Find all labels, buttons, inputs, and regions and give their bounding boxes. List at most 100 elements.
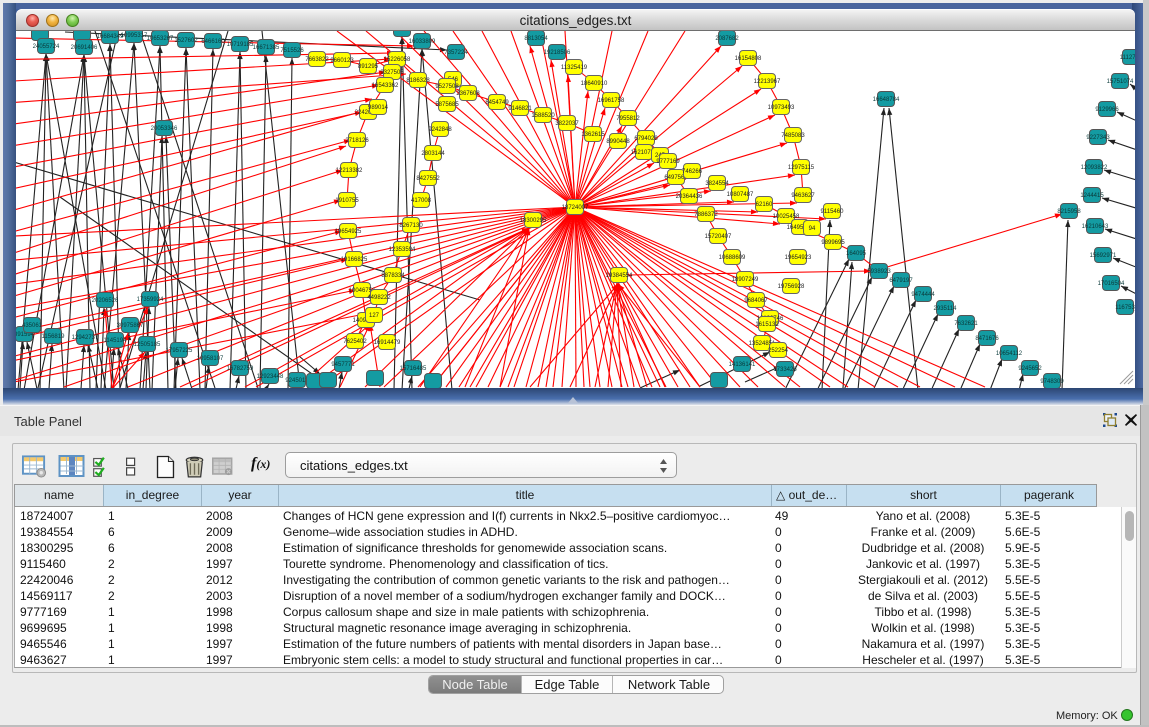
svg-text:8454749: 8454749 [485, 100, 509, 106]
svg-text:12353594: 12353594 [389, 247, 416, 253]
svg-text:5875685: 5875685 [435, 102, 459, 108]
svg-text:15751074: 15751074 [1107, 79, 1134, 85]
svg-text:9227343: 9227343 [1086, 135, 1110, 141]
svg-text:10654112: 10654112 [996, 351, 1023, 357]
svg-text:9463627: 9463627 [791, 193, 815, 199]
svg-text:10719185: 10719185 [227, 42, 254, 48]
svg-text:12923448: 12923448 [257, 374, 284, 380]
svg-text:20691406: 20691406 [71, 45, 98, 51]
svg-text:19756928: 19756928 [778, 284, 805, 290]
svg-text:94: 94 [809, 226, 816, 232]
svg-text:16033809: 16033809 [409, 39, 436, 45]
svg-text:7357224: 7357224 [444, 50, 468, 56]
svg-text:1527602: 1527602 [174, 38, 198, 44]
svg-text:16671385: 16671385 [253, 45, 280, 51]
svg-text:7515526: 7515526 [280, 48, 304, 54]
svg-text:20053346: 20053346 [151, 126, 178, 132]
svg-text:12942737: 12942737 [72, 335, 99, 341]
svg-text:116753: 116753 [1115, 305, 1135, 311]
svg-text:1145194: 1145194 [104, 338, 128, 344]
svg-text:2935114: 2935114 [934, 306, 958, 312]
svg-text:9242848: 9242848 [428, 127, 452, 133]
svg-text:19166825: 19166825 [341, 257, 368, 263]
svg-text:417008: 417008 [411, 198, 432, 204]
svg-text:9457771: 9457771 [331, 362, 355, 368]
svg-text:16648784: 16648784 [873, 97, 900, 103]
svg-text:1112704: 1112704 [1120, 55, 1135, 61]
svg-text:9129966: 9129966 [1095, 107, 1119, 113]
svg-text:8215958: 8215958 [1057, 209, 1081, 215]
svg-text:1588520: 1588520 [531, 113, 555, 119]
svg-text:12505185: 12505185 [134, 342, 161, 348]
svg-text:8186328: 8186328 [406, 78, 430, 84]
svg-text:10958107: 10958107 [197, 356, 224, 362]
svg-text:19384554: 19384554 [606, 273, 633, 279]
svg-text:12093822: 12093822 [1081, 165, 1108, 171]
svg-text:7955812: 7955812 [616, 116, 640, 122]
svg-text:8990448: 8990448 [606, 139, 630, 145]
svg-text:18724007: 18724007 [562, 205, 589, 211]
svg-text:16961758: 16961758 [598, 98, 625, 104]
svg-text:10688609: 10688609 [719, 255, 746, 261]
svg-text:16210643: 16210643 [1082, 224, 1109, 230]
svg-text:252254: 252254 [768, 348, 789, 354]
svg-text:17359924: 17359924 [137, 297, 164, 303]
svg-text:989014: 989014 [368, 105, 389, 111]
svg-text:8427552: 8427552 [416, 176, 440, 182]
svg-text:18640910: 18640910 [581, 81, 608, 87]
svg-text:9245013: 9245013 [285, 378, 309, 384]
svg-text:8267130: 8267130 [399, 223, 423, 229]
svg-text:9245652: 9245652 [1018, 366, 1042, 372]
svg-text:7625402: 7625402 [343, 339, 367, 345]
svg-text:9777169: 9777169 [656, 159, 680, 165]
svg-text:2803144: 2803144 [421, 151, 445, 157]
svg-text:15226058: 15226058 [384, 57, 411, 63]
svg-text:10653267: 10653267 [147, 36, 174, 42]
svg-text:16154808: 16154808 [735, 56, 762, 62]
svg-text:2367608: 2367608 [456, 91, 480, 97]
svg-text:127: 127 [369, 313, 380, 319]
svg-text:15692971: 15692971 [1090, 253, 1117, 259]
svg-text:10973493: 10973493 [768, 105, 795, 111]
svg-text:11325419: 11325419 [561, 65, 588, 71]
svg-text:3822037: 3822037 [555, 121, 579, 127]
svg-text:17957225: 17957225 [166, 348, 193, 354]
svg-text:19654923: 19654923 [785, 255, 812, 261]
svg-text:7663822: 7663822 [305, 57, 329, 63]
svg-text:1244415: 1244415 [1080, 193, 1104, 199]
svg-text:10995317: 10995317 [121, 33, 148, 39]
svg-text:9474444: 9474444 [911, 292, 935, 298]
svg-text:20206526: 20206526 [92, 298, 119, 304]
svg-text:15720407: 15720407 [705, 234, 732, 240]
svg-text:6466160: 6466160 [201, 39, 225, 45]
svg-text:18907249: 18907249 [732, 277, 759, 283]
svg-text:16543362: 16543362 [372, 83, 399, 89]
svg-text:6479197: 6479197 [889, 278, 913, 284]
svg-text:9684067: 9684067 [744, 298, 768, 304]
svg-text:12213967: 12213967 [754, 79, 781, 85]
svg-text:18300295: 18300295 [520, 218, 547, 224]
svg-text:5938923: 5938923 [867, 269, 891, 275]
svg-text:1156819: 1156819 [42, 334, 66, 340]
svg-text:20364436: 20364436 [676, 194, 703, 200]
svg-text:15716485: 15716485 [400, 366, 427, 372]
svg-text:14136141: 14136141 [729, 362, 756, 368]
svg-text:9115460: 9115460 [821, 209, 845, 215]
svg-text:164095: 164095 [846, 251, 867, 257]
svg-text:62160: 62160 [756, 202, 773, 208]
svg-text:19654925: 19654925 [335, 229, 362, 235]
svg-text:19218506: 19218506 [544, 50, 571, 56]
svg-text:4498222: 4498222 [367, 295, 391, 301]
svg-text:1615132: 1615132 [755, 322, 779, 328]
svg-text:1910755: 1910755 [335, 198, 359, 204]
svg-text:891295: 891295 [358, 64, 379, 70]
svg-text:435061: 435061 [22, 323, 43, 329]
svg-text:8471676: 8471676 [975, 336, 999, 342]
svg-text:9660123: 9660123 [330, 58, 354, 64]
svg-text:12975115: 12975115 [788, 165, 815, 171]
svg-text:24055724: 24055724 [33, 44, 60, 50]
svg-text:7886372: 7886372 [694, 212, 718, 218]
svg-text:16914479: 16914479 [374, 340, 401, 346]
svg-text:746266: 746266 [682, 169, 703, 175]
svg-text:7485083: 7485083 [781, 133, 805, 139]
